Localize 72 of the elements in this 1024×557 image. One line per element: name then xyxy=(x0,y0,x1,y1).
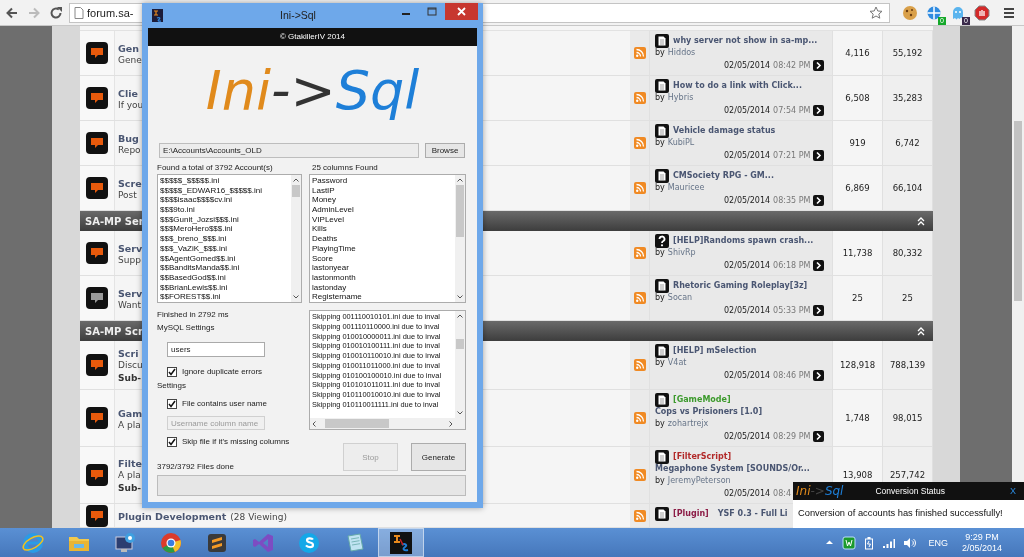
forum-description: Want xyxy=(118,300,142,311)
app-logo: Ini->Sql xyxy=(796,483,844,499)
forum-description: A pla xyxy=(118,470,141,481)
notification-title: Conversion Status xyxy=(875,486,946,496)
by-label: by xyxy=(655,137,665,149)
post-count: 80,332 xyxy=(892,248,923,258)
post-time: 08:35 PM xyxy=(773,195,811,205)
post-time: 08:42 PM xyxy=(773,60,811,70)
notification-message: Conversion of accounts has finished successfully! xyxy=(797,507,1004,518)
thread-count: 6,508 xyxy=(845,93,870,103)
thread-count: 11,738 xyxy=(842,248,873,258)
by-label: by xyxy=(655,418,665,430)
by-label: by xyxy=(655,247,665,259)
forum-description: A pla xyxy=(118,420,141,431)
app-logo: Ini->Sql xyxy=(205,57,420,124)
forum-description: Post xyxy=(118,190,137,201)
thread-count: 128,918 xyxy=(839,360,876,370)
section-label: Settings xyxy=(157,380,187,392)
post-date: 02/05/2014 xyxy=(724,370,771,380)
thread-count: 4,116 xyxy=(845,48,870,58)
post-date: 02/05/2014 xyxy=(724,431,771,441)
post-date: 02/05/2014 xyxy=(724,260,771,270)
status-text: Finished in 2792 ms xyxy=(157,309,230,321)
by-label: by xyxy=(655,292,665,304)
section-title: SA-MP Scr xyxy=(85,325,143,337)
post-time: 07:21 PM xyxy=(773,150,811,160)
forum-description: Repo xyxy=(118,145,141,156)
post-date: 02/05/2014 xyxy=(724,150,771,160)
forum-description: If you xyxy=(118,100,144,111)
by-label: by xyxy=(655,47,665,59)
post-date: 02/05/2014 xyxy=(724,195,771,205)
post-count: 257,742 xyxy=(889,470,926,480)
post-count: 66,104 xyxy=(892,183,923,193)
post-count: 788,139 xyxy=(889,360,926,370)
thread-count: 13,908 xyxy=(842,470,873,480)
post-time: 05:33 PM xyxy=(773,305,811,315)
thread-count: 25 xyxy=(852,293,863,303)
post-date: 02/05/2014 xyxy=(724,60,771,70)
post-count: 25 xyxy=(902,293,913,303)
viewing-count: (28 Viewing) xyxy=(230,512,287,522)
accounts-label: Found a total of 3792 Account(s) xyxy=(157,162,274,173)
thread-count: 6,869 xyxy=(845,183,870,193)
post-time: 07:54 PM xyxy=(773,105,811,115)
post-time: 08:46 PM xyxy=(773,370,811,380)
post-time: 08:29 PM xyxy=(773,431,811,441)
credit-banner: © GtakillerIV 2014 xyxy=(148,28,477,46)
thread-count: 1,748 xyxy=(845,413,870,423)
post-time: 06:18 PM xyxy=(773,260,811,270)
by-label: by xyxy=(655,475,665,487)
post-time: 08:4 xyxy=(773,488,792,498)
post-count: 55,192 xyxy=(892,48,923,58)
section-label: MySQL Settings xyxy=(157,322,216,334)
progress-text: 3792/3792 Files done xyxy=(157,461,235,473)
forum-description: Supp xyxy=(118,255,141,266)
subforums-label: Sub- xyxy=(118,372,142,385)
by-label: by xyxy=(655,182,665,194)
url-text: forum.sa- xyxy=(87,6,134,19)
post-date: 02/05/2014 xyxy=(724,305,771,315)
forum-description: Discu xyxy=(118,360,143,371)
window-title: Ini->Sql xyxy=(279,8,317,23)
forum-description: Gene xyxy=(118,55,142,66)
by-label: by xyxy=(655,357,665,369)
post-count: 98,015 xyxy=(892,413,923,423)
post-count: 35,283 xyxy=(892,93,923,103)
thread-count: 919 xyxy=(849,138,866,148)
by-label: by xyxy=(655,92,665,104)
post-date: 02/05/2014 xyxy=(724,488,771,498)
section-title: SA-MP Ser xyxy=(85,215,144,227)
subforums-label: Sub- xyxy=(118,482,142,495)
post-date: 02/05/2014 xyxy=(724,105,771,115)
columns-label: 25 columns Found xyxy=(311,162,379,173)
post-count: 6,742 xyxy=(895,138,920,148)
